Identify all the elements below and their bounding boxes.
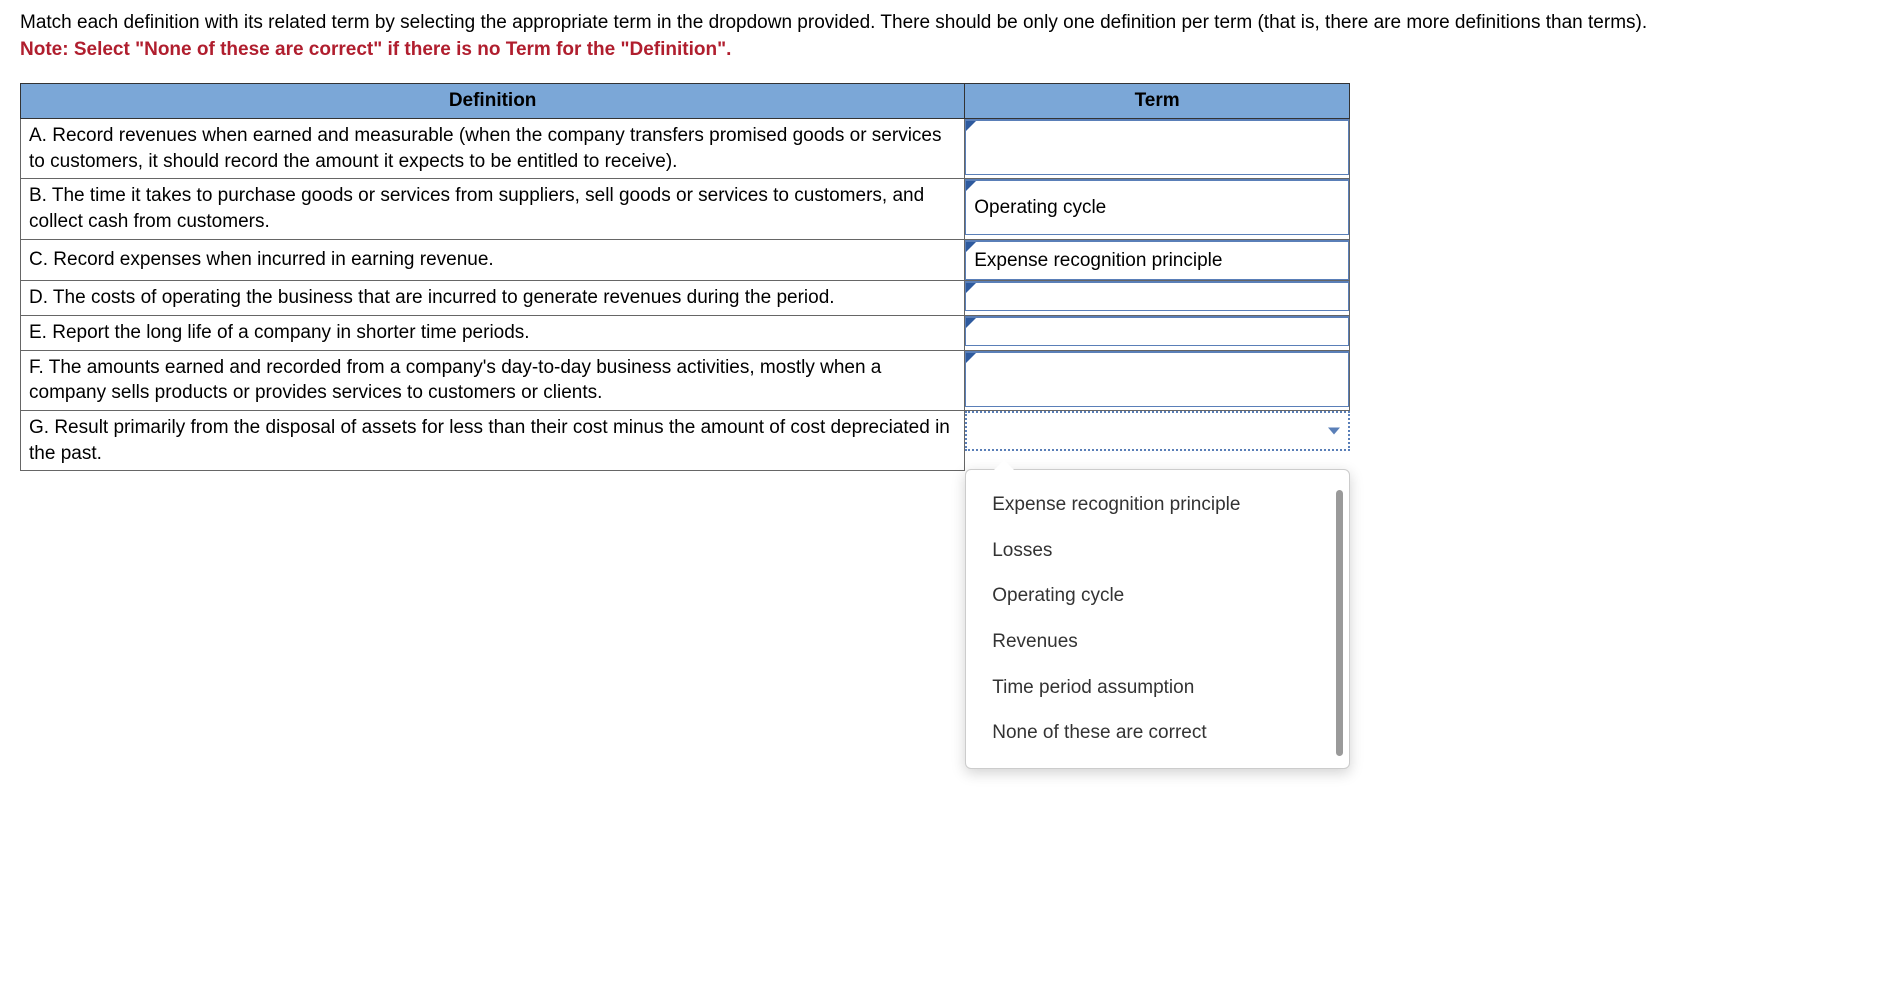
dropdown-panel: Expense recognition principle Losses Ope… [965,469,1350,769]
instructions-note: Note: Select "None of these are correct"… [20,39,731,60]
table-row: F. The amounts earned and recorded from … [21,350,1350,410]
instructions-text: Match each definition with its related t… [20,12,1647,33]
definition-cell: D. The costs of operating the business t… [21,281,965,316]
scrollbar[interactable] [1336,490,1343,756]
dropdown-option[interactable]: Expense recognition principle [986,482,1339,528]
match-table: Definition Term A. Record revenues when … [20,83,1350,471]
header-term: Term [965,84,1350,119]
dropdown-option[interactable]: Operating cycle [986,573,1339,619]
term-value: Expense recognition principle [974,250,1222,271]
term-dropdown-g[interactable] [965,411,1349,451]
header-definition: Definition [21,84,965,119]
term-dropdown-d[interactable] [965,281,1349,311]
dropdown-indicator-icon [966,121,976,131]
definition-cell: B. The time it takes to purchase goods o… [21,179,965,239]
dropdown-option[interactable]: Revenues [986,619,1339,665]
definition-cell: A. Record revenues when earned and measu… [21,119,965,179]
term-dropdown-b[interactable]: Operating cycle [965,179,1349,235]
definition-cell: E. Report the long life of a company in … [21,316,965,351]
table-row: C. Record expenses when incurred in earn… [21,239,1350,281]
definition-cell: C. Record expenses when incurred in earn… [21,239,965,281]
term-dropdown-f[interactable] [965,351,1349,407]
dropdown-indicator-icon [966,242,976,252]
chevron-down-icon [1328,427,1340,434]
instructions: Match each definition with its related t… [20,10,1874,63]
dropdown-option[interactable]: Time period assumption [986,665,1339,711]
dropdown-indicator-icon [966,283,976,293]
term-dropdown-e[interactable] [965,316,1349,346]
term-dropdown-a[interactable] [965,119,1349,175]
dropdown-indicator-icon [966,318,976,328]
dropdown-indicator-icon [966,181,976,191]
dropdown-option[interactable]: None of these are correct [986,710,1339,756]
table-row: G. Result primarily from the disposal of… [21,410,1350,470]
dropdown-option[interactable]: Losses [986,528,1339,574]
definition-cell: F. The amounts earned and recorded from … [21,350,965,410]
term-value: Operating cycle [974,195,1106,221]
definition-cell: G. Result primarily from the disposal of… [21,410,965,470]
term-dropdown-c[interactable]: Expense recognition principle [965,240,1349,281]
table-row: B. The time it takes to purchase goods o… [21,179,1350,239]
table-row: D. The costs of operating the business t… [21,281,1350,316]
dropdown-indicator-icon [966,353,976,363]
table-row: A. Record revenues when earned and measu… [21,119,1350,179]
table-row: E. Report the long life of a company in … [21,316,1350,351]
